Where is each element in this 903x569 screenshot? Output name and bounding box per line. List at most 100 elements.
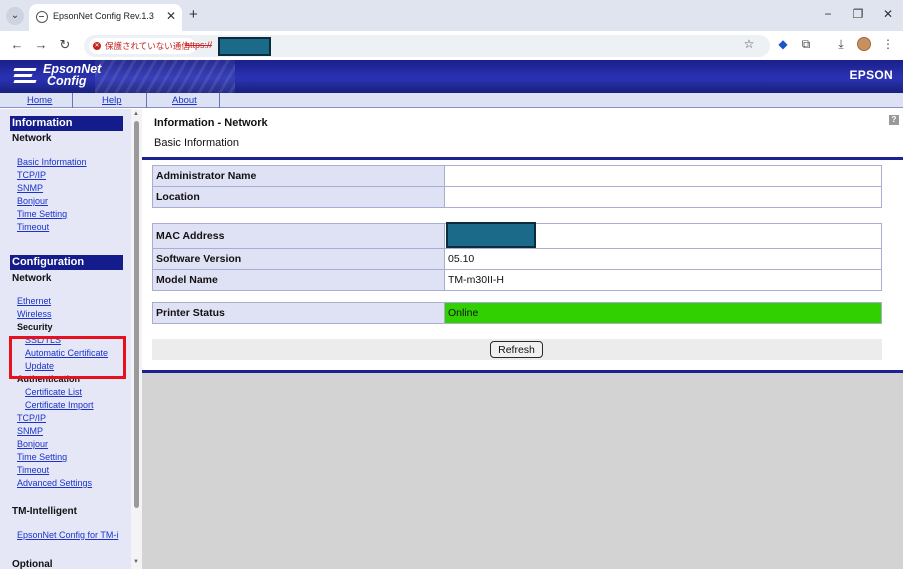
menu-link-wireless[interactable]: Wireless (17, 309, 52, 319)
menu-link-epsonnet-config-tmi[interactable]: EpsonNet Config for TM-i (17, 530, 118, 540)
epsonnet-logo-icon (12, 65, 37, 87)
model-name-label: Model Name (152, 269, 445, 291)
admin-name-value (444, 165, 882, 187)
shield-extension-icon[interactable]: ◆ (775, 37, 791, 51)
menu-section-tm-intelligent: TM-Intelligent (12, 506, 77, 517)
menu-link-ethernet[interactable]: Ethernet (17, 296, 51, 306)
bookmark-star-icon[interactable]: ☆ (741, 37, 757, 51)
menu-link-bonjour[interactable]: Bonjour (17, 196, 48, 206)
software-version-value: 05.10 (444, 248, 882, 270)
header-banner: EpsonNet Config EPSON (0, 60, 903, 93)
menu-heading-information: Information (10, 116, 123, 131)
menu-link-config-timeout[interactable]: Timeout (17, 465, 49, 475)
menu-link-snmp[interactable]: SNMP (17, 183, 43, 193)
menu-heading-configuration: Configuration (10, 255, 123, 270)
browser-menu-icon[interactable]: ⋮ (880, 37, 896, 51)
home-link[interactable]: Home (27, 95, 52, 106)
restore-icon[interactable]: ❐ (850, 7, 866, 21)
forward-icon[interactable]: → (33, 37, 49, 52)
main-panel: Information - Network Basic Information … (142, 109, 903, 373)
tab-search-button[interactable]: ⌄ (6, 7, 24, 25)
address-bar[interactable]: ✕ 保護されていない通信 https:// (84, 35, 770, 57)
table-row: Software Version 05.10 (152, 248, 882, 270)
help-icon[interactable]: ? (889, 115, 899, 125)
menu-link-config-tcpip[interactable]: TCP/IP (17, 413, 46, 423)
profile-avatar[interactable] (857, 37, 871, 51)
menu-link-certificate-list[interactable]: Certificate List (25, 387, 82, 397)
web-page: EpsonNet Config EPSON Home Help About In… (0, 60, 903, 569)
refresh-button[interactable]: Refresh (490, 341, 543, 358)
browser-tab[interactable]: EpsonNet Config Rev.1.3 ✕ (29, 4, 182, 31)
top-navigation: Home Help About (0, 93, 903, 108)
globe-icon (36, 11, 48, 23)
refresh-bar: Refresh (152, 339, 882, 360)
admin-name-label: Administrator Name (152, 165, 445, 187)
menu-label-security: Security (17, 322, 53, 332)
table-row: Model Name TM-m30II-H (152, 269, 882, 291)
menu-link-time-setting[interactable]: Time Setting (17, 209, 67, 219)
menu-link-tcpip[interactable]: TCP/IP (17, 170, 46, 180)
warning-icon: ✕ (93, 42, 101, 50)
location-label: Location (152, 186, 445, 208)
redacted-url (218, 37, 271, 56)
security-label: 保護されていない通信 (105, 41, 190, 51)
location-value (444, 186, 882, 208)
menu-link-certificate-import[interactable]: Certificate Import (25, 400, 94, 410)
scroll-up-icon[interactable]: ▲ (133, 111, 139, 117)
epson-brand: EPSON (849, 68, 893, 82)
url-scheme: https:// (185, 40, 213, 50)
window-close-icon[interactable]: ✕ (880, 7, 896, 21)
model-name-value: TM-m30II-H (444, 269, 882, 291)
banner-decoration (95, 60, 235, 93)
mac-address-label: MAC Address (152, 223, 445, 249)
menu-link-advanced-settings[interactable]: Advanced Settings (17, 478, 92, 488)
mac-address-value (444, 222, 882, 249)
close-tab-icon[interactable]: ✕ (166, 9, 176, 23)
browser-toolbar: ← → ↻ ✕ 保護されていない通信 https:// ☆ ◆ ⧉ ⤓ ⋮ (0, 31, 903, 60)
extensions-puzzle-icon[interactable]: ⧉ (798, 37, 814, 52)
tab-title: EpsonNet Config Rev.1.3 (53, 11, 154, 21)
table-row: Printer Status Online (152, 302, 882, 324)
page-title: Information - Network (154, 117, 268, 129)
menu-link-config-bonjour[interactable]: Bonjour (17, 439, 48, 449)
nav-divider (219, 93, 220, 108)
menu-link-config-time-setting[interactable]: Time Setting (17, 452, 67, 462)
download-icon[interactable]: ⤓ (833, 37, 849, 52)
printer-status-value: Online (444, 302, 882, 324)
table-row: Administrator Name (152, 165, 882, 187)
scroll-down-icon[interactable]: ▼ (133, 559, 139, 565)
about-link[interactable]: About (172, 95, 197, 106)
bottom-divider (142, 370, 903, 373)
main-content: Information - Network Basic Information … (142, 109, 903, 569)
nav-divider (72, 93, 73, 108)
menu-section-optional: Optional (12, 559, 53, 569)
menu-scrollbar[interactable]: ▲ ▼ (131, 109, 142, 569)
menu-section-network: Network (12, 133, 52, 144)
table-row: MAC Address (152, 222, 882, 249)
menu-link-basic-information[interactable]: Basic Information (17, 157, 87, 167)
status-table: Printer Status Online (152, 302, 882, 324)
page-subtitle: Basic Information (154, 137, 239, 149)
table-row: Location (152, 186, 882, 208)
reload-icon[interactable]: ↻ (57, 37, 73, 53)
minimize-icon[interactable]: − (820, 7, 836, 21)
logo-line-2: Config (47, 74, 87, 88)
browser-tab-bar: ⌄ EpsonNet Config Rev.1.3 ✕ + − ❐ ✕ (0, 0, 903, 31)
scrollbar-thumb[interactable] (134, 121, 139, 508)
security-indicator[interactable]: ✕ 保護されていない通信 (89, 38, 196, 54)
back-icon[interactable]: ← (9, 37, 25, 52)
printer-status-label: Printer Status (152, 302, 445, 324)
nav-divider (146, 93, 147, 108)
admin-table: Administrator Name Location (152, 165, 882, 208)
divider (142, 157, 903, 160)
new-tab-button[interactable]: + (189, 6, 198, 23)
redacted-mac-address (446, 222, 536, 248)
software-version-label: Software Version (152, 248, 445, 270)
menu-link-timeout[interactable]: Timeout (17, 222, 49, 232)
highlight-annotation (9, 336, 126, 379)
product-logo-text: EpsonNet Config (43, 63, 101, 88)
help-link[interactable]: Help (102, 95, 122, 106)
menu-link-config-snmp[interactable]: SNMP (17, 426, 43, 436)
menu-section-config-network: Network (12, 273, 52, 284)
device-info-table: MAC Address Software Version 05.10 Model… (152, 222, 882, 291)
